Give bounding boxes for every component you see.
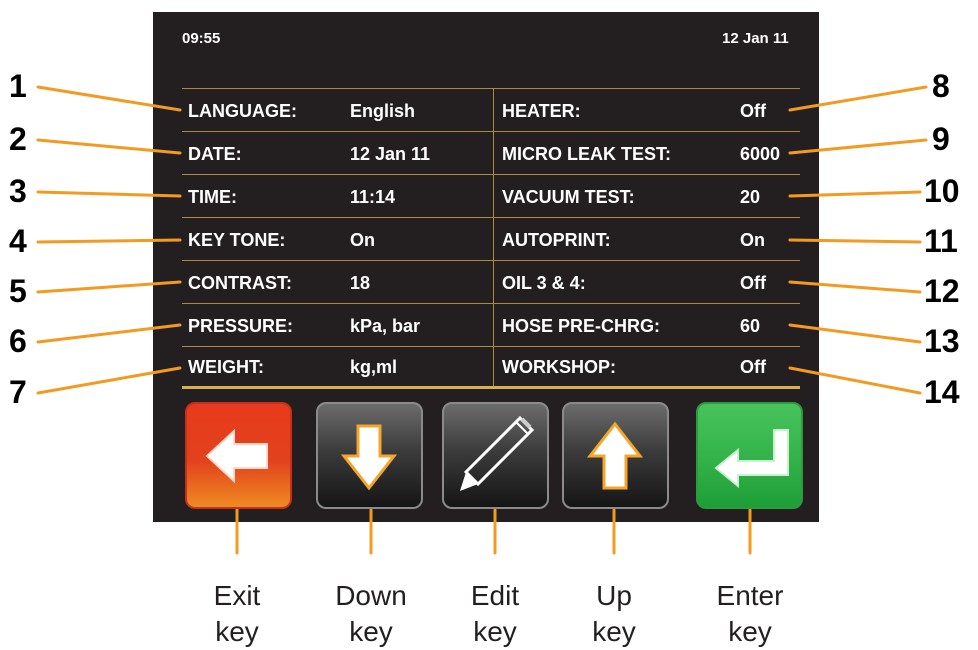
down-arrow-icon	[340, 424, 398, 491]
callout-line-12	[788, 280, 922, 294]
callout-line-6	[36, 323, 182, 344]
callout-line-13	[788, 323, 922, 344]
callout-number-14: 14	[924, 374, 960, 410]
exit-key-caption-line1: Exit	[213, 580, 261, 611]
callout-line-7	[36, 366, 182, 395]
callout-number-5: 5	[9, 273, 27, 309]
callout-number-2: 2	[9, 121, 27, 157]
callout-number-8: 8	[932, 68, 950, 104]
callout-number-4: 4	[9, 223, 27, 259]
edit-key-caption-line2: key	[473, 616, 517, 647]
down-key-caption: Down key	[316, 578, 426, 650]
enter-arrow-icon	[714, 429, 789, 489]
down-key-button[interactable]	[316, 402, 423, 509]
enter-key-caption-line2: key	[728, 616, 772, 647]
enter-key-caption-line1: Enter	[716, 580, 784, 611]
edit-key-caption-line1: Edit	[470, 580, 520, 611]
callout-number-12: 12	[924, 273, 960, 309]
callout-number-10: 10	[924, 173, 960, 209]
callout-number-6: 6	[9, 323, 27, 359]
up-key-caption: Up key	[559, 578, 669, 650]
callout-line-11	[788, 238, 922, 244]
down-key-caption-line2: key	[349, 616, 393, 647]
callout-lines	[36, 85, 928, 555]
callout-line-9	[788, 138, 928, 155]
exit-key-button[interactable]	[185, 402, 292, 509]
exit-key-caption-line2: key	[215, 616, 259, 647]
callout-number-13: 13	[924, 323, 960, 359]
callout-line-3	[36, 190, 182, 198]
left-arrow-icon	[205, 428, 268, 484]
down-key-caption-line1: Down	[335, 580, 407, 611]
callout-line-1	[36, 85, 182, 112]
callout-line-14	[788, 366, 922, 395]
up-key-caption-line2: key	[592, 616, 636, 647]
callout-number-3: 3	[9, 173, 27, 209]
pencil-icon	[460, 415, 535, 491]
callout-line-4	[36, 238, 182, 244]
callout-line-10	[788, 190, 922, 198]
enter-key-caption: Enter key	[695, 578, 805, 650]
edit-key-button[interactable]	[442, 402, 549, 509]
up-key-caption-line1: Up	[596, 580, 632, 611]
up-key-button[interactable]	[562, 402, 669, 509]
callout-line-5	[36, 280, 182, 294]
callout-number-7: 7	[9, 374, 27, 410]
callout-line-2	[36, 138, 182, 155]
enter-key-button[interactable]	[696, 402, 803, 509]
callout-number-11: 11	[924, 223, 958, 259]
exit-key-caption: Exit key	[182, 578, 292, 650]
callout-number-9: 9	[932, 121, 950, 157]
callout-line-8	[788, 85, 928, 112]
up-arrow-icon	[586, 421, 644, 490]
callout-number-1: 1	[9, 68, 27, 104]
edit-key-caption: Edit key	[440, 578, 550, 650]
